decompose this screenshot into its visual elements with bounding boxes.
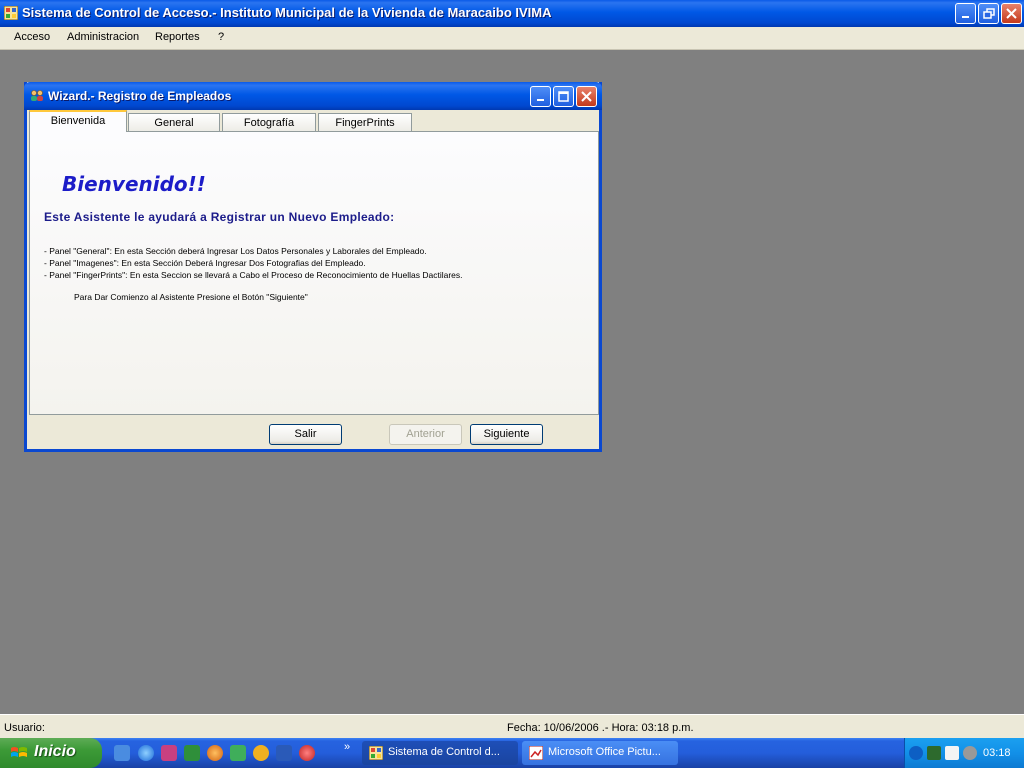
tray-tool-icon[interactable] xyxy=(945,746,959,760)
main-window-titlebar[interactable]: Sistema de Control de Acceso.- Instituto… xyxy=(0,0,1024,27)
maximize-icon xyxy=(558,91,569,102)
wizard-minimize-button[interactable] xyxy=(530,86,551,107)
users-icon xyxy=(31,90,43,101)
exit-button[interactable]: Salir xyxy=(269,424,342,445)
menu-acceso[interactable]: Acceso xyxy=(14,31,50,43)
status-user-label: Usuario: xyxy=(4,722,45,734)
next-button[interactable]: Siguiente xyxy=(470,424,543,445)
app-window-icon xyxy=(369,746,383,760)
start-label: Inicio xyxy=(34,743,76,760)
app-window-icon xyxy=(4,6,18,20)
tab-fotografia[interactable]: Fotografía xyxy=(222,113,316,132)
task-sistema-control[interactable]: Sistema de Control d... xyxy=(362,741,518,765)
close-icon xyxy=(581,91,592,102)
picture-manager-icon xyxy=(529,746,543,760)
volume-icon[interactable] xyxy=(963,746,977,760)
restore-button[interactable] xyxy=(978,3,999,24)
clock-app-icon[interactable] xyxy=(253,745,269,761)
media-player-icon[interactable] xyxy=(207,745,223,761)
welcome-heading: Bienvenido!! xyxy=(62,172,206,196)
status-bar: Usuario: Fecha: 10/06/2006 .- Hora: 03:1… xyxy=(0,714,1024,738)
minimize-button[interactable] xyxy=(955,3,976,24)
tab-fingerprints[interactable]: FingerPrints xyxy=(318,113,412,132)
quicklaunch-editor-icon[interactable] xyxy=(161,745,177,761)
task-office-picture[interactable]: Microsoft Office Pictu... xyxy=(522,741,678,765)
minimize-icon xyxy=(536,98,544,101)
start-instruction: Para Dar Comienzo al Asistente Presione … xyxy=(74,292,308,302)
tray-clock: 03:18 xyxy=(983,747,1011,759)
excel-icon[interactable] xyxy=(184,745,200,761)
internet-explorer-icon[interactable] xyxy=(138,745,154,761)
minimize-icon xyxy=(961,15,969,18)
previous-button[interactable]: Anterior xyxy=(389,424,462,445)
welcome-panel: Bienvenido!! Este Asistente le ayudará a… xyxy=(29,131,599,415)
panel-description-fingerprints: - Panel "FingerPrints": En esta Seccion … xyxy=(44,270,463,280)
menu-administracion[interactable]: Administracion xyxy=(67,31,139,43)
menu-reportes[interactable]: Reportes xyxy=(155,31,200,43)
quicklaunch-settings-icon[interactable] xyxy=(114,745,130,761)
start-button[interactable]: Inicio xyxy=(0,738,102,768)
wizard-close-button[interactable] xyxy=(576,86,597,107)
restore-icon xyxy=(982,7,995,19)
panel-description-general: - Panel "General": En esta Sección deber… xyxy=(44,246,427,256)
messenger-icon[interactable] xyxy=(230,745,246,761)
wizard-window: Wizard.- Registro de Empleados Bienvenid… xyxy=(24,82,602,452)
menu-help[interactable]: ? xyxy=(218,31,224,43)
task-label: Sistema de Control d... xyxy=(388,746,500,758)
panel-description-imagenes: - Panel "Imagenes": En esta Sección Debe… xyxy=(44,258,366,268)
system-tray: 03:18 xyxy=(904,738,1024,768)
status-datetime: Fecha: 10/06/2006 .- Hora: 03:18 p.m. xyxy=(507,722,694,734)
taskbar: Inicio » Sistema de Control d... Microso… xyxy=(0,738,1024,768)
word-icon[interactable] xyxy=(276,745,292,761)
task-label: Microsoft Office Pictu... xyxy=(548,746,661,758)
wizard-maximize-button[interactable] xyxy=(553,86,574,107)
windows-flag-icon xyxy=(11,747,27,757)
quicklaunch-red-icon[interactable] xyxy=(299,745,315,761)
menu-bar: Acceso Administracion Reportes ? xyxy=(0,27,1024,50)
network-icon[interactable] xyxy=(927,746,941,760)
wizard-title: Wizard.- Registro de Empleados xyxy=(48,89,232,103)
main-window-title: Sistema de Control de Acceso.- Instituto… xyxy=(22,5,552,20)
wizard-tabs: Bienvenida General Fotografía FingerPrin… xyxy=(29,110,599,132)
wizard-titlebar[interactable]: Wizard.- Registro de Empleados xyxy=(24,82,602,110)
close-icon xyxy=(1006,8,1017,19)
tab-bienvenida[interactable]: Bienvenida xyxy=(29,110,127,132)
quicklaunch-chevron[interactable]: » xyxy=(344,741,350,753)
close-button[interactable] xyxy=(1001,3,1022,24)
welcome-subheading: Este Asistente le ayudará a Registrar un… xyxy=(44,210,395,224)
tray-expand-icon[interactable] xyxy=(909,746,923,760)
tab-general[interactable]: General xyxy=(128,113,220,132)
